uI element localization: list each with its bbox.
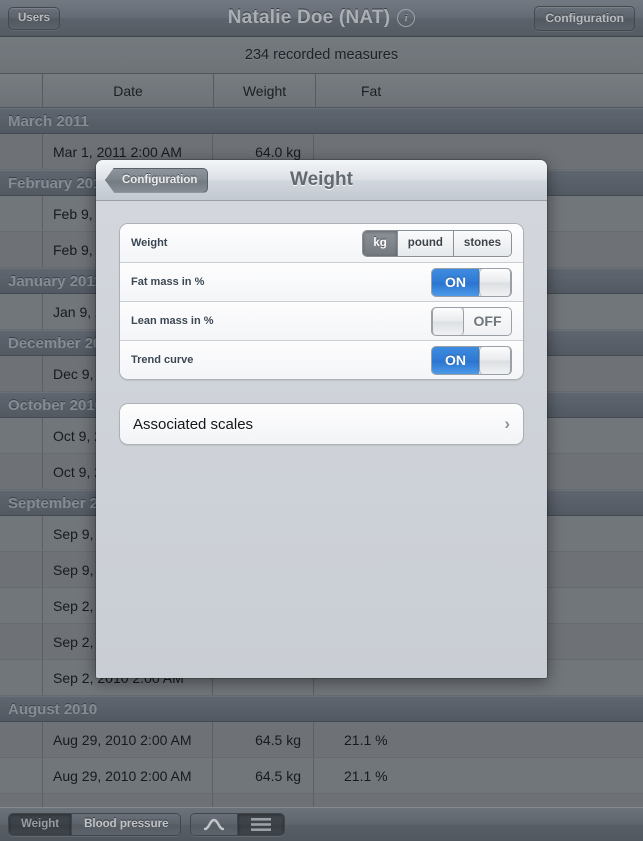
column-header-weight[interactable]: Weight — [214, 74, 316, 107]
table-section-header: March 2011 — [0, 108, 643, 134]
toggle-lean-mass-state: OFF — [464, 307, 511, 335]
measure-type-segmented-control: Weight Blood pressure — [8, 813, 182, 836]
setting-row-fat-mass: Fat mass in % ON — [120, 263, 523, 302]
table-section-header: August 2010 — [0, 696, 643, 722]
associated-scales-label: Associated scales — [133, 415, 254, 433]
setting-label-lean-mass: Lean mass in % — [131, 315, 214, 327]
row-cell-blank — [0, 758, 43, 793]
toggle-lean-mass-knob — [432, 307, 464, 335]
modal-back-button[interactable]: Configuration — [105, 167, 209, 193]
setting-row-trend-curve: Trend curve ON — [120, 341, 523, 379]
row-cell-fat: 21.1 % — [344, 731, 388, 748]
page-title-text: Natalie Doe (NAT) — [227, 7, 391, 28]
row-cell-blank — [0, 418, 43, 453]
row-cell-date: Aug 29, 2010 2:00 AM — [43, 722, 213, 757]
row-cell-blank — [0, 794, 43, 807]
row-cell-blank — [0, 134, 43, 169]
row-cell-weight: 64.5 kg — [213, 758, 314, 793]
row-cell-weight: 64.5 kg — [213, 722, 314, 757]
top-navigation-bar: Users Natalie Doe (NAT) i Configuration — [0, 0, 643, 37]
row-cell-blank — [0, 232, 43, 267]
row-cell-blank — [0, 356, 43, 391]
unit-option-pound[interactable]: pound — [397, 230, 454, 256]
row-cell-weight: 64.5 kg — [213, 794, 314, 807]
setting-label-trend-curve: Trend curve — [131, 354, 194, 366]
column-header-fat[interactable]: Fat — [316, 74, 643, 107]
table-row[interactable]: Aug 29, 2010 2:00 AM64.5 kg21.1 % — [0, 794, 643, 807]
toggle-trend-curve[interactable]: ON — [431, 345, 512, 375]
row-cell-fat: 21.1 % — [314, 794, 643, 808]
row-cell-blank — [0, 660, 43, 695]
toggle-trend-curve-knob — [479, 346, 511, 374]
row-cell-blank — [0, 294, 43, 329]
view-mode-segmented-control — [190, 813, 286, 836]
modal-title-bar: Configuration Weight — [96, 160, 547, 201]
weight-unit-segmented-control: kg pound stones — [362, 229, 512, 257]
configuration-button[interactable]: Configuration — [534, 5, 635, 31]
toggle-fat-mass-knob — [479, 268, 511, 296]
users-button[interactable]: Users — [8, 6, 60, 30]
info-circle-icon[interactable]: i — [397, 9, 416, 27]
row-cell-blank — [0, 196, 43, 231]
app-root: Users Natalie Doe (NAT) i Configuration … — [0, 0, 643, 841]
list-view-icon[interactable] — [238, 814, 285, 835]
row-cell-date: Aug 29, 2010 2:00 AM — [43, 758, 213, 793]
modal-title: Weight — [290, 169, 353, 190]
record-count-bar: 234 recorded measures — [0, 37, 643, 74]
modal-body: Weight kg pound stones Fat mass in % ON — [96, 201, 547, 678]
table-column-headers: Date Weight Fat — [0, 74, 643, 108]
settings-group: Weight kg pound stones Fat mass in % ON — [119, 223, 524, 380]
tab-weight[interactable]: Weight — [9, 814, 73, 835]
row-cell-date: Aug 29, 2010 2:00 AM — [43, 794, 213, 807]
setting-label-weight: Weight — [131, 237, 168, 249]
setting-label-fat-mass: Fat mass in % — [131, 276, 205, 288]
row-cell-blank — [0, 624, 43, 659]
setting-row-lean-mass: Lean mass in % OFF — [120, 302, 523, 341]
column-header-blank — [0, 74, 43, 107]
table-row[interactable]: Aug 29, 2010 2:00 AM64.5 kg 21.1 % — [0, 758, 643, 794]
row-cell-blank — [0, 552, 43, 587]
row-cell-blank — [0, 454, 43, 489]
toggle-trend-curve-state: ON — [432, 346, 479, 374]
row-cell-blank — [0, 516, 43, 551]
row-cell-blank — [0, 588, 43, 623]
column-header-date[interactable]: Date — [43, 74, 214, 107]
unit-option-kg[interactable]: kg — [363, 230, 398, 256]
associated-scales-row[interactable]: Associated scales › — [119, 403, 524, 445]
row-cell-blank — [0, 722, 43, 757]
record-count-text: 234 recorded measures — [244, 47, 399, 63]
toggle-fat-mass-state: ON — [432, 268, 479, 296]
setting-row-weight-unit: Weight kg pound stones — [120, 224, 523, 263]
row-cell-fat: 21.1 % — [344, 767, 388, 784]
unit-option-stones[interactable]: stones — [453, 230, 511, 256]
tab-blood-pressure[interactable]: Blood pressure — [72, 814, 181, 835]
weight-settings-modal: Configuration Weight Weight kg pound sto… — [96, 160, 547, 678]
toggle-fat-mass[interactable]: ON — [431, 267, 512, 297]
table-row[interactable]: Aug 29, 2010 2:00 AM64.5 kg 21.1 % — [0, 722, 643, 758]
bottom-toolbar: Weight Blood pressure — [0, 807, 643, 841]
curve-chart-icon[interactable] — [191, 814, 239, 835]
toggle-lean-mass[interactable]: OFF — [431, 306, 512, 336]
chevron-right-icon: › — [504, 414, 510, 433]
